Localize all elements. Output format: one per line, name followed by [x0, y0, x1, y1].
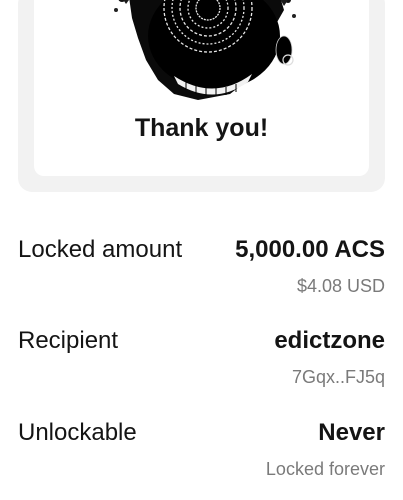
detail-row-unlockable: Unlockable Never Locked forever: [18, 419, 385, 489]
spiral-head-artwork-icon: [98, 0, 308, 104]
confirmation-card: Thank you!: [18, 0, 385, 192]
unlockable-note: Locked forever: [265, 459, 385, 479]
unlockable-value: Never: [318, 419, 385, 446]
locked-amount-value: 5,000.00 ACS: [235, 236, 385, 263]
recipient-name[interactable]: edictzone: [274, 327, 385, 355]
detail-row-recipient: Recipient edictzone 7Gqx..FJ5q: [18, 327, 385, 397]
thank-you-title: Thank you!: [134, 114, 269, 142]
locked-amount-label: Locked amount: [18, 236, 183, 263]
detail-row-locked-amount: Locked amount 5,000.00 ACS $4.08 USD: [18, 236, 385, 306]
recipient-address[interactable]: 7Gqx..FJ5q: [292, 367, 385, 388]
locked-amount-usd: $4.08 USD: [296, 276, 385, 296]
unlockable-label: Unlockable: [18, 419, 137, 446]
confirmation-card-inner: Thank you!: [34, 0, 369, 176]
recipient-label: Recipient: [18, 327, 119, 354]
